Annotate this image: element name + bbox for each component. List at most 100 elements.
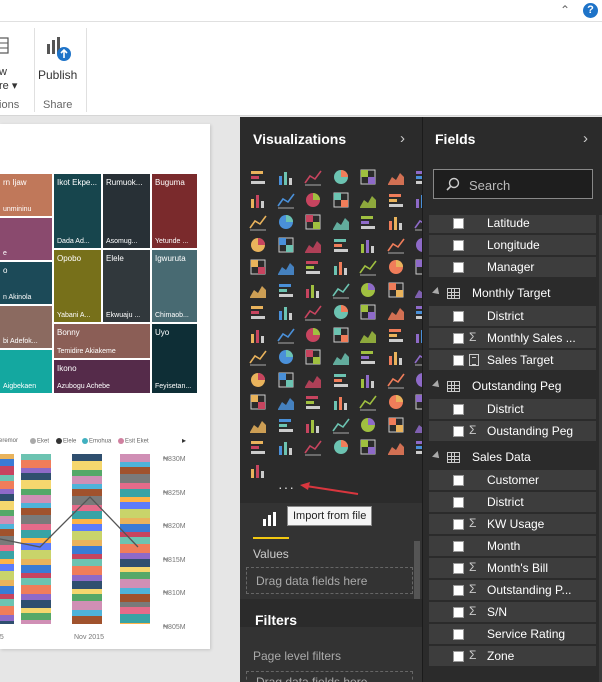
ribbon-visual-icon[interactable] — [332, 371, 350, 389]
donut-visual-icon[interactable] — [249, 213, 267, 231]
donut-visual-icon[interactable] — [249, 393, 267, 411]
column-segment[interactable] — [0, 580, 14, 586]
column-segment[interactable] — [21, 495, 51, 503]
column-segment[interactable] — [0, 466, 14, 475]
column-segment[interactable] — [72, 540, 102, 546]
column-segment[interactable] — [21, 620, 51, 629]
column-segment[interactable] — [120, 594, 150, 602]
kpi-visual-icon[interactable] — [276, 326, 295, 344]
matrix-visual-icon[interactable] — [359, 326, 377, 344]
partial-button-label[interactable]: w — [0, 66, 7, 78]
column-segment[interactable] — [72, 589, 102, 594]
treemap-visual-icon[interactable] — [277, 213, 295, 231]
column-segment[interactable] — [72, 594, 102, 601]
column-segment[interactable] — [21, 608, 51, 613]
column-segment[interactable] — [0, 516, 14, 524]
column-segment[interactable] — [120, 614, 150, 623]
stacked-column-visual-icon[interactable] — [277, 258, 295, 276]
column-segment[interactable] — [120, 553, 150, 559]
field-checkbox[interactable] — [453, 519, 464, 530]
column-segment[interactable] — [21, 480, 51, 489]
stacked-bar-visual-icon[interactable] — [249, 258, 267, 276]
treemap-tile[interactable]: Uyo Feyisetan... — [151, 323, 198, 394]
gauge-visual-icon[interactable] — [387, 393, 405, 411]
clustered-column-visual-icon[interactable] — [332, 258, 350, 276]
field-table-header[interactable]: Sales Data — [423, 447, 602, 471]
funnel-visual-icon[interactable] — [359, 303, 377, 321]
column-segment[interactable] — [0, 551, 14, 559]
ribbon-visual-icon[interactable] — [332, 191, 350, 209]
column-segment[interactable] — [120, 483, 150, 489]
multi-row-card-visual-icon[interactable] — [249, 326, 267, 344]
column-segment[interactable] — [120, 489, 150, 497]
gauge-visual-icon[interactable] — [387, 213, 405, 231]
column-segment[interactable] — [72, 511, 102, 519]
filled-map-visual-icon[interactable] — [332, 303, 350, 321]
filters-drop-zone[interactable]: Drag data fields here — [246, 671, 413, 682]
scatter-visual-icon[interactable] — [386, 371, 405, 389]
column-segment[interactable] — [72, 610, 102, 616]
column-segment[interactable] — [72, 461, 102, 470]
column-segment[interactable] — [21, 515, 51, 524]
treemap-tile[interactable]: Opobo Yabani A... — [53, 249, 102, 323]
field-checkbox[interactable] — [453, 404, 464, 415]
field-table-header[interactable]: Monthly Target — [423, 283, 602, 307]
treemap-tile[interactable]: Ikono Azubogu Achebe — [53, 359, 151, 394]
column-segment[interactable] — [72, 531, 102, 540]
column-segment[interactable] — [0, 564, 14, 571]
scatter-visual-icon[interactable] — [387, 191, 405, 209]
kpi-visual-icon[interactable] — [277, 416, 295, 434]
publish-button[interactable]: Publish — [38, 26, 82, 82]
stacked-bar-visual-icon[interactable] — [249, 348, 267, 366]
column-segment[interactable] — [120, 544, 150, 553]
gauge-visual-icon[interactable] — [387, 303, 405, 321]
field-item[interactable]: Σ Oustanding Peg — [429, 421, 596, 441]
multi-row-card-visual-icon[interactable] — [249, 416, 267, 434]
column-segment[interactable] — [0, 510, 14, 516]
stacked-column-visual-icon[interactable] — [277, 168, 295, 186]
column-segment[interactable] — [120, 474, 150, 483]
area-visual-icon[interactable] — [249, 191, 267, 209]
scatter-visual-icon[interactable] — [387, 281, 405, 299]
field-checkbox[interactable] — [453, 426, 464, 437]
column-segment[interactable] — [0, 524, 14, 529]
treemap-tile[interactable]: Ikot Ekpe... Dada Ad... — [53, 173, 102, 249]
column-segment[interactable] — [72, 546, 102, 554]
column-segment[interactable] — [0, 615, 14, 621]
column-segment[interactable] — [21, 613, 51, 620]
stacked-column-visual-icon[interactable] — [277, 438, 295, 456]
column-segment[interactable] — [120, 509, 150, 518]
column-segment[interactable] — [120, 518, 150, 524]
new-measure-icon[interactable] — [0, 36, 10, 56]
treemap-tile[interactable]: rn Ijaw unmininu — [0, 173, 53, 217]
treemap-tile[interactable]: o n Akinola — [0, 261, 53, 305]
column-segment[interactable] — [0, 481, 14, 489]
funnel-visual-icon[interactable] — [359, 393, 377, 411]
column-segment[interactable] — [72, 484, 102, 489]
column-segment[interactable] — [72, 519, 102, 524]
100-column-visual-icon[interactable] — [387, 258, 405, 276]
field-item[interactable]: District — [429, 492, 596, 512]
column-segment[interactable] — [72, 616, 102, 624]
report-page[interactable]: rn Ijaw unmininu e o n Akinola bi Adefok... Ai… — [0, 124, 210, 649]
kpi-visual-icon[interactable] — [277, 236, 295, 254]
column-segment[interactable] — [21, 503, 51, 508]
line-column-visual-icon[interactable] — [304, 371, 322, 389]
field-item[interactable]: Σ S/N — [429, 602, 596, 622]
field-item[interactable]: Σ Month's Bill — [429, 558, 596, 578]
r-script-visual-icon[interactable] — [387, 326, 405, 344]
stacked-bar-visual-icon[interactable] — [249, 168, 267, 186]
column-segment[interactable] — [120, 454, 150, 462]
table-visual-icon[interactable] — [332, 326, 350, 344]
stacked-area-visual-icon[interactable] — [277, 371, 295, 389]
help-icon[interactable]: ? — [583, 3, 598, 18]
field-checkbox[interactable] — [453, 651, 464, 662]
100-column-visual-icon[interactable] — [387, 348, 405, 366]
column-segment[interactable] — [21, 454, 51, 460]
column-segment[interactable] — [0, 594, 14, 599]
multi-row-card-visual-icon[interactable] — [249, 236, 267, 254]
column-segment[interactable] — [21, 530, 51, 538]
treemap-tile[interactable]: e — [0, 217, 53, 261]
column-segment[interactable] — [0, 621, 14, 629]
100-bar-visual-icon[interactable] — [359, 168, 377, 186]
